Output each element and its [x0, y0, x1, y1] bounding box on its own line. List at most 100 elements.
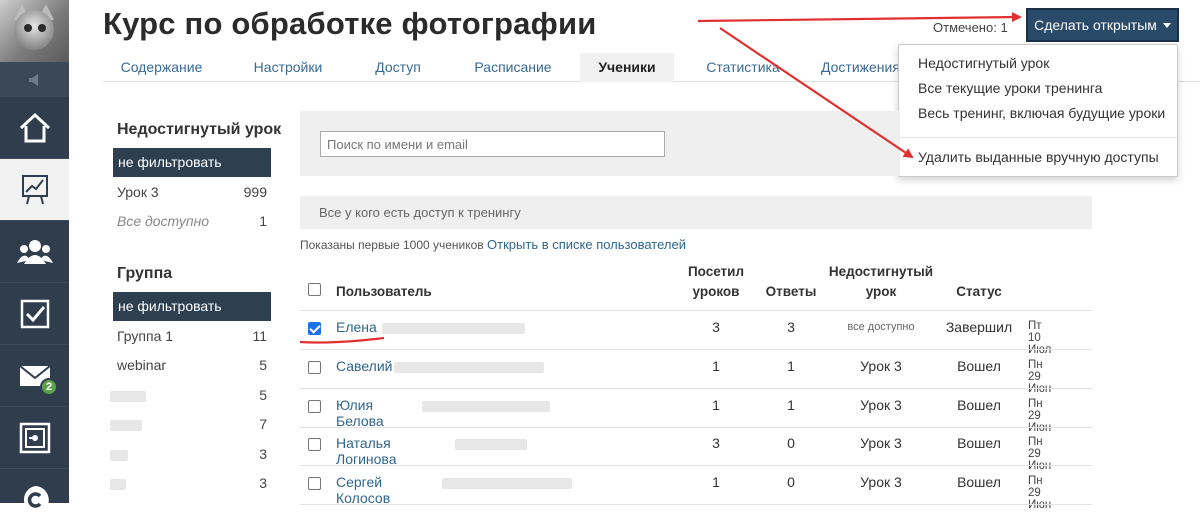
row-checkbox[interactable]	[308, 438, 321, 451]
nav-tasks[interactable]	[0, 282, 69, 344]
make-open-button-label: Сделать открытым	[1034, 17, 1157, 33]
open-users-list-link[interactable]: Открыть в списке пользователей	[487, 237, 686, 252]
sidebar: 2	[0, 0, 69, 514]
answers-count: 1	[787, 397, 795, 413]
dropdown-item-remove-manual-access[interactable]: Удалить выданные вручную доступы	[918, 149, 1159, 165]
last-visit-date: Пт 10 Июл	[1028, 320, 1052, 356]
blurred-email	[442, 478, 572, 489]
row-checkbox[interactable]	[308, 400, 321, 413]
status-text: Вошел	[957, 474, 1001, 490]
users-icon	[16, 239, 53, 264]
blurred-email	[455, 439, 527, 450]
answers-count: 0	[787, 435, 795, 451]
last-visit-date: Пн 29 Июн	[1028, 436, 1052, 472]
visited-count: 1	[712, 397, 720, 413]
checkbox-icon	[20, 299, 49, 328]
dropdown-divider	[899, 137, 1177, 138]
user-name-link[interactable]: Юлия Белова	[336, 397, 384, 429]
filter-row-count: 999	[243, 184, 267, 200]
search-panel	[300, 111, 900, 176]
filter-heading-lesson: Недостигнутый урок	[117, 121, 282, 138]
filter-row-count: 5	[259, 387, 267, 403]
dropdown-item-whole-training[interactable]: Весь тренинг, включая будущие уроки	[918, 105, 1165, 121]
filter-group-row[interactable]: Группа 1 11	[117, 328, 267, 344]
row-checkbox[interactable]	[308, 361, 321, 374]
unreached-lesson: Урок 3	[860, 474, 902, 490]
filter-lesson-row[interactable]: Все доступно 1	[117, 213, 267, 229]
nav-home[interactable]	[0, 96, 69, 158]
nav-statistics[interactable]	[0, 158, 69, 220]
search-input[interactable]	[320, 131, 665, 157]
avatar-face	[14, 10, 54, 50]
filter-group-row[interactable]: 3	[110, 475, 267, 491]
make-open-dropdown: Недостигнутый урок Все текущие уроки тре…	[898, 44, 1178, 177]
nav-messages[interactable]: 2	[0, 344, 69, 406]
home-icon	[19, 112, 50, 142]
visited-count: 3	[712, 319, 720, 335]
blurred-text	[110, 419, 142, 431]
column-answers: Ответы	[765, 284, 817, 299]
filter-row-count: 1	[259, 213, 267, 229]
tab-students[interactable]: Ученики	[580, 53, 674, 82]
visited-count: 3	[712, 435, 720, 451]
row-checkbox[interactable]	[308, 477, 321, 490]
filter-row-count: 3	[259, 446, 267, 462]
table-divider	[300, 310, 1092, 311]
last-visit-date: Пн 29 Июн	[1028, 398, 1052, 434]
unreached-lesson: Урок 3	[860, 358, 902, 374]
safe-icon	[19, 422, 50, 453]
row-checkbox[interactable]	[308, 322, 321, 335]
status-text: Вошел	[957, 435, 1001, 451]
filter-group-row[interactable]: 7	[110, 416, 267, 432]
user-name-link[interactable]: Сергей Колосов	[336, 474, 390, 506]
mail-badge: 2	[40, 378, 58, 396]
nav-users[interactable]	[0, 220, 69, 282]
access-filter-select[interactable]: Все у кого есть доступ к тренингу	[300, 196, 1092, 229]
select-all-checkbox[interactable]	[308, 283, 321, 296]
nav-chat[interactable]	[0, 468, 69, 530]
filter-group-row[interactable]: 3	[110, 446, 267, 462]
filter-group-row[interactable]: 5	[110, 387, 267, 403]
filter-row-count: 5	[259, 357, 267, 373]
status-text: Вошел	[957, 358, 1001, 374]
column-visited: Посетил уроков	[687, 264, 745, 299]
unreached-lesson: Урок 3	[860, 397, 902, 413]
column-unreached: Недостигнутый урок	[828, 264, 934, 299]
avatar[interactable]	[0, 0, 69, 62]
filter-heading-group: Группа	[117, 265, 173, 282]
filter-row-label: Все доступно	[117, 213, 210, 229]
user-name-link[interactable]: Савелий	[336, 358, 392, 374]
filter-lesson-row[interactable]: Урок 3 999	[117, 184, 267, 200]
chart-icon	[21, 174, 48, 204]
underline-selected-row	[299, 336, 385, 344]
make-open-button[interactable]: Сделать открытым	[1026, 8, 1179, 42]
shown-note: Показаны первые 1000 учеников Открыть в …	[300, 237, 686, 252]
tab-schedule[interactable]: Расписание	[453, 53, 573, 82]
filter-lesson-none[interactable]: не фильтровать	[113, 148, 271, 177]
tab-access[interactable]: Доступ	[353, 53, 443, 82]
tab-content[interactable]: Содержание	[103, 53, 220, 82]
user-name-link[interactable]: Елена	[336, 319, 377, 335]
status-text: Вошел	[957, 397, 1001, 413]
filter-group-none[interactable]: не фильтровать	[113, 292, 271, 321]
table-divider	[300, 465, 1092, 466]
blurred-text	[110, 449, 128, 461]
caret-down-icon	[1162, 22, 1171, 28]
shown-note-text: Показаны первые 1000 учеников	[300, 238, 484, 252]
blurred-email	[422, 401, 550, 412]
last-visit-date: Пн 29 Июн	[1028, 359, 1052, 395]
table-divider	[300, 504, 1092, 505]
tab-statistics[interactable]: Статистика	[693, 53, 793, 82]
user-name-link[interactable]: Наталья Логинова	[336, 435, 396, 467]
last-visit-date: Пн 29 Июн	[1028, 475, 1052, 511]
nav-safe[interactable]	[0, 406, 69, 468]
filter-row-count: 7	[259, 416, 267, 432]
nav-announcements[interactable]	[0, 62, 69, 96]
table-divider	[300, 349, 1092, 350]
tab-settings[interactable]: Настройки	[238, 53, 338, 82]
filter-group-row[interactable]: webinar 5	[117, 357, 267, 373]
dropdown-item-unreached-lesson[interactable]: Недостигнутый урок	[918, 55, 1049, 71]
blurred-text	[110, 390, 146, 402]
marked-count: Отмечено: 1	[933, 20, 1008, 35]
dropdown-item-current-lessons[interactable]: Все текущие уроки тренинга	[918, 80, 1102, 96]
